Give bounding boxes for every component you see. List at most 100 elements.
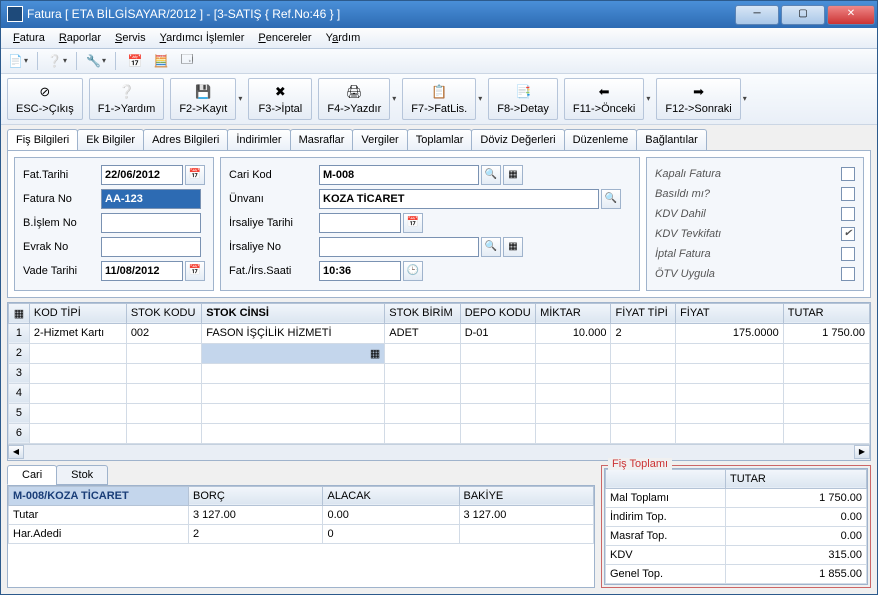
f11-dropdown-icon[interactable]: ▾ [646, 94, 650, 103]
maximize-button[interactable]: ▢ [781, 5, 825, 25]
menu-pencereler[interactable]: Pencereler [252, 29, 317, 47]
tool-help-icon[interactable]: ❔▾ [46, 51, 68, 71]
menu-raporlar[interactable]: Raporlar [53, 29, 107, 47]
col-bakiye: BAKİYE [459, 486, 594, 505]
irs-tarih-input[interactable] [319, 213, 401, 233]
col-stok-cinsi[interactable]: STOK CİNSİ [202, 303, 385, 323]
f8-detail-button[interactable]: 📑F8->Detay [488, 78, 558, 120]
tab-ek-bilgiler[interactable]: Ek Bilgiler [77, 129, 144, 150]
scroll-left-icon[interactable]: ◀ [8, 445, 24, 459]
tab-masraflar[interactable]: Masraflar [290, 129, 354, 150]
vade-input[interactable] [101, 261, 183, 281]
grid-row[interactable]: 5 [9, 403, 870, 423]
grid-row[interactable]: 6 [9, 423, 870, 443]
f2-save-button[interactable]: 💾F2->Kayıt [170, 78, 236, 120]
tool-table-icon[interactable]: 🗔 [176, 51, 198, 71]
picker-icon[interactable]: ▦ [503, 165, 523, 185]
evrak-input[interactable] [101, 237, 201, 257]
unvan-input[interactable] [319, 189, 599, 209]
prev-icon: ⬅ [595, 83, 613, 101]
grid-row[interactable]: 2▦ [9, 343, 870, 363]
saat-label: Fat./İrs.Saati [229, 265, 319, 277]
col-kod-tipi[interactable]: KOD TİPİ [29, 303, 126, 323]
col-alacak: ALACAK [323, 486, 459, 505]
menu-fatura[interactable]: Fatura [7, 29, 51, 47]
irs-tarih-label: İrsaliye Tarihi [229, 217, 319, 229]
tab-fis-bilgileri[interactable]: Fiş Bilgileri [7, 129, 78, 150]
f4-dropdown-icon[interactable]: ▾ [392, 94, 396, 103]
col-tutar[interactable]: TUTAR [783, 303, 869, 323]
grid-row[interactable]: 3 [9, 363, 870, 383]
calendar-icon[interactable]: 📅 [403, 213, 423, 233]
tool-config-icon[interactable]: 🔧▾ [85, 51, 107, 71]
menu-yardimci[interactable]: Yardımcı İşlemler [154, 29, 251, 47]
tab-duzenleme[interactable]: Düzenleme [564, 129, 638, 150]
grid-corner[interactable]: ▦ [9, 303, 30, 323]
calendar-icon[interactable]: 📅 [185, 165, 205, 185]
mid-panel: Cari Kod🔍▦ Ünvanı🔍 İrsaliye Tarihi📅 İrsa… [220, 157, 640, 291]
cari-kod-input[interactable] [319, 165, 479, 185]
bislem-input[interactable] [101, 213, 201, 233]
tab-toplamlar[interactable]: Toplamlar [407, 129, 473, 150]
irs-no-input[interactable] [319, 237, 479, 257]
evrak-label: Evrak No [23, 241, 101, 253]
clock-icon[interactable]: 🕒 [403, 261, 423, 281]
esc-exit-button[interactable]: ⊘ESC->Çıkış [7, 78, 83, 120]
col-borc: BORÇ [189, 486, 323, 505]
fatura-no-input[interactable] [101, 189, 201, 209]
minimize-button[interactable]: ─ [735, 5, 779, 25]
picker-icon[interactable]: ▦ [503, 237, 523, 257]
col-depo[interactable]: DEPO KODU [460, 303, 535, 323]
f12-next-button[interactable]: ➡F12->Sonraki [656, 78, 740, 120]
fat-tarihi-input[interactable] [101, 165, 183, 185]
minitab-stok[interactable]: Stok [56, 465, 108, 485]
tool-calc-icon[interactable]: 🧮 [150, 51, 172, 71]
basildi-checkbox[interactable] [841, 187, 855, 201]
col-miktar[interactable]: MİKTAR [536, 303, 611, 323]
grid-scrollbar[interactable]: ◀ ▶ [8, 444, 870, 460]
cari-title: M-008/KOZA TİCARET [9, 486, 189, 505]
close-button[interactable]: ✕ [827, 5, 875, 25]
titlebar[interactable]: Fatura [ ETA BİLGİSAYAR/2012 ] - [3-SATI… [1, 1, 877, 28]
f3-cancel-button[interactable]: ✖F3->İptal [248, 78, 312, 120]
lookup-icon[interactable]: 🔍 [601, 189, 621, 209]
f12-dropdown-icon[interactable]: ▾ [743, 94, 747, 103]
tab-indirimler[interactable]: İndirimler [227, 129, 290, 150]
scroll-right-icon[interactable]: ▶ [854, 445, 870, 459]
menu-servis[interactable]: Servis [109, 29, 152, 47]
tab-vergiler[interactable]: Vergiler [352, 129, 407, 150]
f4-print-button[interactable]: 🖨F4->Yazdır [318, 78, 390, 120]
otv-checkbox[interactable] [841, 267, 855, 281]
grid-row[interactable]: 4 [9, 383, 870, 403]
col-fiyat[interactable]: FİYAT [676, 303, 784, 323]
f1-help-button[interactable]: ❔F1->Yardım [89, 78, 165, 120]
tevkifat-checkbox[interactable]: ✔ [841, 227, 855, 241]
menubar: Fatura Raporlar Servis Yardımcı İşlemler… [1, 28, 877, 49]
calendar-icon[interactable]: 📅 [185, 261, 205, 281]
grid-row[interactable]: 1 2-Hizmet Kartı 002 FASON İŞÇİLİK HİZME… [9, 323, 870, 343]
lookup-icon[interactable]: 🔍 [481, 237, 501, 257]
tool-new-icon[interactable]: 📄▾ [7, 51, 29, 71]
col-stok-kodu[interactable]: STOK KODU [126, 303, 201, 323]
tab-adres[interactable]: Adres Bilgileri [143, 129, 228, 150]
kapali-checkbox[interactable] [841, 167, 855, 181]
col-fiyat-tipi[interactable]: FİYAT TİPİ [611, 303, 676, 323]
f11-prev-button[interactable]: ⬅F11->Önceki [564, 78, 644, 120]
f2-dropdown-icon[interactable]: ▾ [238, 94, 242, 103]
tool-calendar-icon[interactable]: 📅 [124, 51, 146, 71]
col-stok-birim[interactable]: STOK BİRİM [385, 303, 460, 323]
saat-input[interactable] [319, 261, 401, 281]
kdvdahil-checkbox[interactable] [841, 207, 855, 221]
f7-dropdown-icon[interactable]: ▾ [478, 94, 482, 103]
tab-doviz[interactable]: Döviz Değerleri [471, 129, 564, 150]
action-toolbar: ⊘ESC->Çıkış ❔F1->Yardım 💾F2->Kayıt ▾ ✖F3… [1, 74, 877, 125]
tab-baglantilar[interactable]: Bağlantılar [636, 129, 707, 150]
iptal-label: İptal Fatura [655, 248, 711, 260]
minitab-cari[interactable]: Cari [7, 465, 57, 485]
next-icon: ➡ [690, 83, 708, 101]
iptal-checkbox[interactable] [841, 247, 855, 261]
lookup-icon[interactable]: 🔍 [481, 165, 501, 185]
f7-list-button[interactable]: 📋F7->FatLis. [402, 78, 476, 120]
line-grid[interactable]: ▦ KOD TİPİ STOK KODU STOK CİNSİ STOK BİR… [7, 302, 871, 461]
menu-yardim[interactable]: Yardım [320, 29, 367, 47]
